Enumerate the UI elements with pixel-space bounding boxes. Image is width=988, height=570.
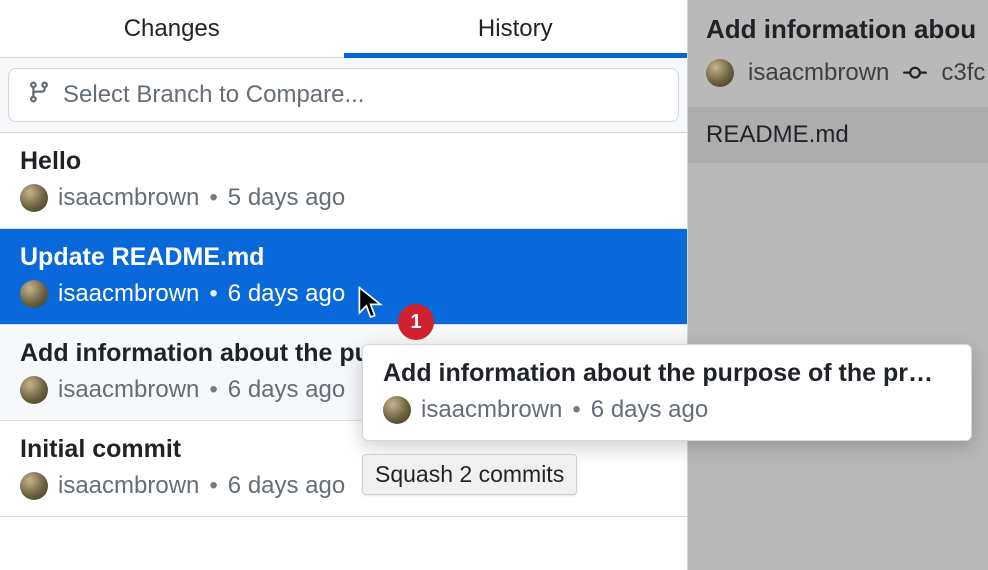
commit-time: 6 days ago bbox=[228, 280, 345, 308]
tab-history-label: History bbox=[478, 15, 553, 43]
commit-title: Hello bbox=[20, 147, 667, 176]
commit-list: Hello isaacmbrown • 5 days ago Update RE… bbox=[0, 133, 687, 517]
changed-file-name: README.md bbox=[706, 121, 849, 148]
avatar bbox=[20, 376, 48, 404]
drag-time: 6 days ago bbox=[591, 396, 708, 424]
history-sidebar: Changes History Select Branch to Compare… bbox=[0, 0, 688, 570]
detail-author: isaacmbrown bbox=[748, 59, 889, 87]
tab-changes[interactable]: Changes bbox=[0, 0, 344, 57]
drag-commit-meta: isaacmbrown • 6 days ago bbox=[383, 396, 951, 424]
commit-item-selected[interactable]: Update README.md isaacmbrown • 6 days ag… bbox=[0, 229, 687, 325]
compare-branch-placeholder: Select Branch to Compare... bbox=[63, 81, 364, 109]
avatar bbox=[20, 280, 48, 308]
commit-author: isaacmbrown bbox=[58, 280, 199, 308]
avatar bbox=[383, 396, 411, 424]
separator-dot: • bbox=[209, 184, 217, 212]
compare-branch-select[interactable]: Select Branch to Compare... bbox=[8, 68, 679, 122]
commit-author: isaacmbrown bbox=[58, 376, 199, 404]
tab-history[interactable]: History bbox=[344, 0, 688, 57]
commit-author: isaacmbrown bbox=[58, 472, 199, 500]
separator-dot: • bbox=[572, 396, 580, 424]
compare-branch-wrap: Select Branch to Compare... bbox=[0, 58, 687, 133]
commit-author: isaacmbrown bbox=[58, 184, 199, 212]
commit-meta: isaacmbrown • 6 days ago bbox=[20, 280, 667, 308]
tab-bar: Changes History bbox=[0, 0, 687, 58]
drag-commit-title: Add information about the purpose of the… bbox=[383, 359, 951, 388]
squash-tooltip-text: Squash 2 commits bbox=[375, 461, 564, 487]
commit-time: 6 days ago bbox=[228, 472, 345, 500]
commit-detail-pane: Add information abou isaacmbrown c3fc RE… bbox=[688, 0, 988, 570]
avatar bbox=[706, 59, 734, 87]
commit-meta: isaacmbrown • 5 days ago bbox=[20, 184, 667, 212]
detail-sha: c3fc bbox=[941, 59, 985, 87]
changed-file-row[interactable]: README.md bbox=[688, 107, 988, 163]
detail-commit-title: Add information abou bbox=[706, 14, 970, 45]
drag-author: isaacmbrown bbox=[421, 396, 562, 424]
drag-count-value: 1 bbox=[410, 311, 421, 334]
squash-tooltip: Squash 2 commits bbox=[362, 454, 577, 495]
commit-title: Update README.md bbox=[20, 243, 667, 272]
avatar bbox=[20, 184, 48, 212]
commit-item[interactable]: Hello isaacmbrown • 5 days ago bbox=[0, 133, 687, 229]
separator-dot: • bbox=[209, 376, 217, 404]
separator-dot: • bbox=[209, 280, 217, 308]
separator-dot: • bbox=[209, 472, 217, 500]
tab-changes-label: Changes bbox=[124, 15, 220, 43]
drag-commit-card[interactable]: Add information about the purpose of the… bbox=[362, 344, 972, 441]
commit-time: 6 days ago bbox=[228, 376, 345, 404]
commit-detail-inner: Add information abou isaacmbrown c3fc bbox=[688, 0, 988, 87]
drag-count-badge: 1 bbox=[398, 304, 434, 340]
git-branch-icon bbox=[27, 80, 51, 111]
avatar bbox=[20, 472, 48, 500]
detail-commit-meta: isaacmbrown c3fc bbox=[706, 59, 970, 87]
commit-time: 5 days ago bbox=[228, 184, 345, 212]
commit-sha-icon bbox=[903, 61, 927, 85]
